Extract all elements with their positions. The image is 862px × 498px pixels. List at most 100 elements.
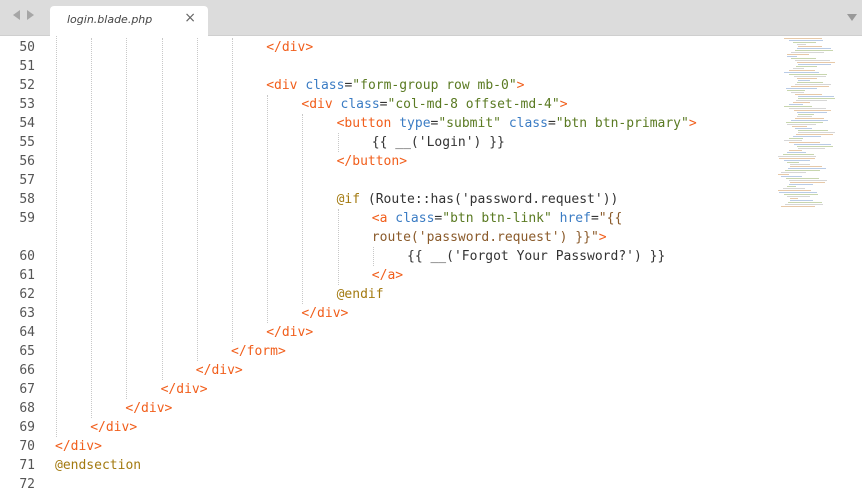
line-number: 55 — [19, 135, 35, 150]
indent-guide — [267, 95, 269, 323]
minimap-line — [787, 162, 799, 163]
line-number: 65 — [19, 344, 35, 359]
tab-list-dropdown-icon[interactable] — [847, 14, 857, 21]
minimap-line — [798, 96, 834, 97]
line-number: 56 — [19, 154, 35, 169]
minimap-line — [797, 116, 812, 117]
minimap-line — [787, 54, 809, 55]
minimap-line — [787, 90, 805, 91]
line-number: 68 — [19, 401, 35, 416]
minimap-line — [784, 194, 818, 195]
minimap-line — [794, 76, 826, 77]
nav-back-arrow-icon[interactable] — [13, 10, 20, 20]
code-token: </div> — [55, 439, 102, 454]
minimap-line — [789, 180, 827, 181]
code-token: </div> — [195, 363, 243, 378]
minimap-line — [794, 110, 831, 111]
line-number: 58 — [19, 192, 35, 207]
code-token: <div — [266, 78, 306, 93]
code-line: {{ __('Forgot Your Password?') }} — [407, 247, 665, 266]
line-number: 70 — [19, 439, 35, 454]
minimap-line — [791, 86, 829, 87]
code-token: </div> — [125, 401, 173, 416]
minimap-line — [784, 160, 810, 161]
minimap-line — [795, 84, 831, 85]
code-token: <button — [336, 116, 400, 131]
minimap-line — [778, 174, 789, 175]
minimap-line — [791, 120, 828, 121]
minimap-line — [781, 172, 806, 173]
code-token: class — [340, 97, 380, 112]
code-token: route('password.request') }}" — [371, 230, 599, 245]
indent-guide — [161, 38, 163, 380]
minimap[interactable] — [778, 36, 858, 216]
minimap-line — [789, 142, 820, 143]
code-token: = — [547, 116, 556, 131]
minimap-line — [793, 42, 816, 43]
code-token: </div> — [90, 420, 138, 435]
code-token: @endsection — [55, 458, 142, 473]
minimap-line — [789, 40, 823, 41]
code-token: type — [399, 116, 431, 131]
minimap-line — [798, 46, 822, 47]
minimap-line — [794, 144, 831, 145]
minimap-line — [789, 108, 826, 109]
minimap-line — [790, 200, 813, 201]
minimap-line — [789, 138, 803, 139]
file-tab[interactable]: login.blade.php × — [50, 6, 208, 36]
minimap-line — [797, 82, 823, 83]
code-token: "col-md-8 offset-md-4" — [387, 97, 560, 112]
minimap-line — [797, 44, 806, 45]
close-icon[interactable]: × — [184, 11, 196, 25]
minimap-line — [786, 122, 823, 123]
code-editor[interactable]: 50 51 52 53 54 55 56 57 58 59 60 61 62 63 64 65 66 67 68 69… — [0, 36, 862, 498]
code-token: </a> — [371, 268, 404, 283]
minimap-line — [788, 168, 826, 169]
minimap-line — [793, 102, 810, 103]
minimap-line — [798, 64, 831, 65]
code-line: </a> — [372, 266, 403, 285]
code-token: > — [559, 97, 568, 112]
minimap-line — [784, 72, 819, 73]
code-line: </div> — [266, 38, 313, 57]
minimap-line — [798, 98, 835, 99]
code-token: "{{ — [598, 211, 623, 226]
minimap-line — [795, 60, 830, 61]
minimap-line — [779, 192, 817, 193]
minimap-line — [781, 176, 802, 177]
code-token: {{ __('Login') }} — [371, 135, 505, 150]
minimap-line — [789, 184, 813, 185]
code-line: </div> — [125, 399, 172, 418]
code-line: </div> — [161, 380, 208, 399]
tab-bar: login.blade.php × — [0, 0, 862, 36]
minimap-line — [791, 92, 804, 93]
code-line: </form> — [231, 342, 286, 361]
minimap-line — [796, 100, 827, 101]
code-area[interactable]: </div> <div class="form-group row mb-0"> <… — [55, 36, 775, 498]
minimap-line — [790, 182, 825, 183]
tab-title: login.blade.php — [67, 13, 153, 26]
minimap-line — [795, 128, 812, 129]
code-line: </div> — [266, 323, 313, 342]
code-token: = — [379, 97, 388, 112]
nav-forward-arrow-icon[interactable] — [27, 10, 34, 20]
minimap-line — [781, 206, 815, 207]
minimap-line — [789, 104, 803, 105]
minimap-line — [778, 156, 816, 157]
minimap-line — [779, 158, 815, 159]
code-line: @if (Route::has('password.request')) — [337, 190, 619, 209]
minimap-line — [798, 148, 825, 149]
code-token: "form-group row mb-0" — [352, 78, 517, 93]
code-token: @endif — [336, 287, 384, 302]
minimap-line — [783, 188, 805, 189]
minimap-line — [792, 126, 807, 127]
minimap-line — [793, 68, 804, 69]
code-token: > — [598, 230, 607, 245]
minimap-line — [791, 52, 824, 53]
code-line: <div class="col-md-8 offset-md-4"> — [301, 95, 567, 114]
code-token: (Route::has('password.request')) — [360, 192, 619, 207]
code-token: </div> — [301, 306, 349, 321]
minimap-line — [798, 132, 835, 133]
minimap-line — [787, 124, 816, 125]
